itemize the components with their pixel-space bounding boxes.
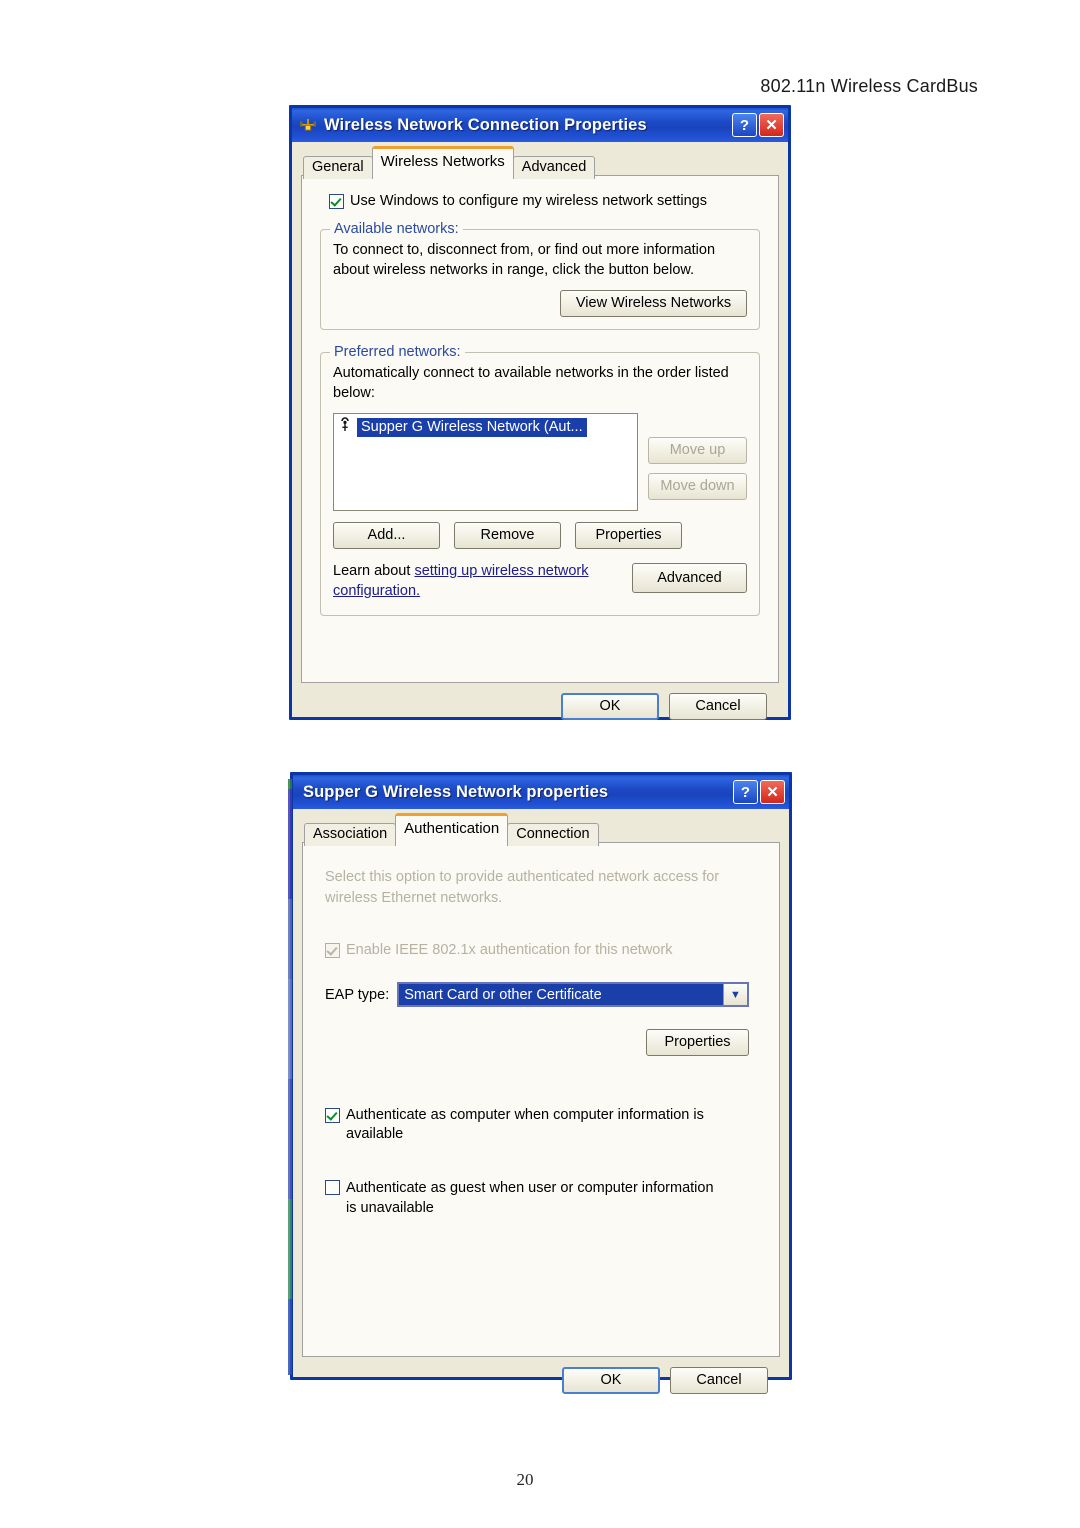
wireless-signal-icon xyxy=(338,417,352,437)
learn-about-text: Learn about setting up wireless network … xyxy=(333,561,632,601)
configuration-link[interactable]: configuration. xyxy=(333,583,420,599)
dialog2-body: Association Authentication Connection Se… xyxy=(293,809,789,1413)
authenticate-as-computer-label: Authenticate as computer when computer i… xyxy=(346,1107,704,1142)
network-connection-icon xyxy=(298,115,318,135)
add-button[interactable]: Add... xyxy=(333,522,440,549)
authenticate-as-computer-row[interactable]: Authenticate as computer when computer i… xyxy=(325,1106,763,1144)
tab-advanced[interactable]: Advanced xyxy=(512,156,596,179)
remove-button[interactable]: Remove xyxy=(454,522,561,549)
preferred-networks-description: Automatically connect to available netwo… xyxy=(333,365,729,401)
dialog1-title-buttons: ? ✕ xyxy=(732,113,784,137)
eap-type-value: Smart Card or other Certificate xyxy=(399,984,723,1005)
dialog1-titlebar[interactable]: Wireless Network Connection Properties ?… xyxy=(292,108,788,142)
use-windows-checkbox[interactable] xyxy=(329,194,344,209)
dialog2-title: Supper G Wireless Network properties xyxy=(303,782,609,801)
preferred-networks-group: Preferred networks: Automatically connec… xyxy=(320,344,760,616)
preferred-networks-group-title: Preferred networks: xyxy=(330,344,465,360)
authenticate-as-guest-label: Authenticate as guest when user or compu… xyxy=(346,1180,714,1216)
eap-properties-row: Properties xyxy=(319,1029,749,1056)
dialog1-title: Wireless Network Connection Properties xyxy=(324,115,647,134)
close-icon[interactable]: ✕ xyxy=(759,113,784,137)
page-number: 20 xyxy=(516,1470,534,1489)
authenticate-as-guest-checkbox[interactable] xyxy=(325,1180,340,1195)
available-networks-actions: View Wireless Networks xyxy=(333,290,747,317)
help-icon[interactable]: ? xyxy=(733,780,758,804)
eap-type-label: EAP type: xyxy=(325,986,390,1003)
enable-8021x-checkbox[interactable] xyxy=(325,943,340,958)
dialog2-footer: OK Cancel xyxy=(302,1357,780,1404)
list-item-label: Supper G Wireless Network (Aut... xyxy=(357,417,587,437)
dialog1-footer: OK Cancel xyxy=(301,683,779,730)
dialog2-titlebar[interactable]: Supper G Wireless Network properties ? ✕ xyxy=(293,775,789,809)
dialog1-tabstrip: General Wireless Networks Advanced xyxy=(303,146,779,179)
preferred-networks-list-area: Supper G Wireless Network (Aut... Move u… xyxy=(333,413,747,511)
ok-button[interactable]: OK xyxy=(561,693,659,720)
move-down-button[interactable]: Move down xyxy=(648,473,747,500)
learn-about-prefix: Learn about xyxy=(333,563,415,579)
ok-button[interactable]: OK xyxy=(562,1367,660,1394)
enable-8021x-checkbox-label: Enable IEEE 802.1x authentication for th… xyxy=(346,942,673,958)
tab-wireless-networks[interactable]: Wireless Networks xyxy=(371,146,514,176)
learn-more-row: Learn about setting up wireless network … xyxy=(333,561,747,601)
list-item[interactable]: Supper G Wireless Network (Aut... xyxy=(336,417,635,437)
dialog2-tabpage: Select this option to provide authentica… xyxy=(302,842,780,1357)
setting-up-wireless-network-link[interactable]: setting up wireless network xyxy=(414,563,588,579)
preferred-networks-action-buttons: Add... Remove Properties xyxy=(333,522,747,549)
authentication-description: Select this option to provide authentica… xyxy=(325,869,720,906)
view-wireless-networks-button[interactable]: View Wireless Networks xyxy=(560,290,747,317)
move-up-button[interactable]: Move up xyxy=(648,437,747,464)
dialog2-tabstrip: Association Authentication Connection xyxy=(304,813,780,846)
authenticate-as-guest-row[interactable]: Authenticate as guest when user or compu… xyxy=(325,1178,719,1218)
tab-connection[interactable]: Connection xyxy=(507,823,599,846)
enable-8021x-checkbox-row[interactable]: Enable IEEE 802.1x authentication for th… xyxy=(325,941,763,960)
eap-type-select[interactable]: Smart Card or other Certificate ▼ xyxy=(397,982,749,1007)
available-networks-group-title: Available networks: xyxy=(330,221,463,237)
available-networks-description: To connect to, disconnect from, or find … xyxy=(333,242,716,278)
cancel-button[interactable]: Cancel xyxy=(669,693,767,720)
scan-edge-artifact xyxy=(288,779,292,1375)
page-header: 802.11n Wireless CardBus xyxy=(760,76,978,96)
use-windows-checkbox-label: Use Windows to configure my wireless net… xyxy=(350,193,707,209)
advanced-button[interactable]: Advanced xyxy=(632,563,747,593)
use-windows-checkbox-row[interactable]: Use Windows to configure my wireless net… xyxy=(329,192,764,211)
tab-authentication[interactable]: Authentication xyxy=(395,813,509,843)
dialog1-tabpage: Use Windows to configure my wireless net… xyxy=(301,175,779,683)
authenticate-as-computer-checkbox[interactable] xyxy=(325,1108,340,1123)
properties-button[interactable]: Properties xyxy=(575,522,682,549)
wireless-network-connection-properties-dialog: Wireless Network Connection Properties ?… xyxy=(289,105,791,720)
preferred-networks-listbox[interactable]: Supper G Wireless Network (Aut... xyxy=(333,413,638,511)
tab-general[interactable]: General xyxy=(303,156,373,179)
available-networks-group: Available networks: To connect to, disco… xyxy=(320,221,760,330)
help-icon[interactable]: ? xyxy=(732,113,757,137)
dialog2-title-buttons: ? ✕ xyxy=(733,780,785,804)
cancel-button[interactable]: Cancel xyxy=(670,1367,768,1394)
eap-properties-button[interactable]: Properties xyxy=(646,1029,749,1056)
chevron-down-icon[interactable]: ▼ xyxy=(723,984,747,1005)
supper-g-wireless-network-properties-dialog: Supper G Wireless Network properties ? ✕… xyxy=(288,772,792,1394)
close-icon[interactable]: ✕ xyxy=(760,780,785,804)
tab-association[interactable]: Association xyxy=(304,823,397,846)
dialog1-body: General Wireless Networks Advanced Use W… xyxy=(292,142,788,739)
preferred-networks-move-buttons: Move up Move down xyxy=(648,413,747,511)
eap-type-row: EAP type: Smart Card or other Certificat… xyxy=(325,982,749,1007)
